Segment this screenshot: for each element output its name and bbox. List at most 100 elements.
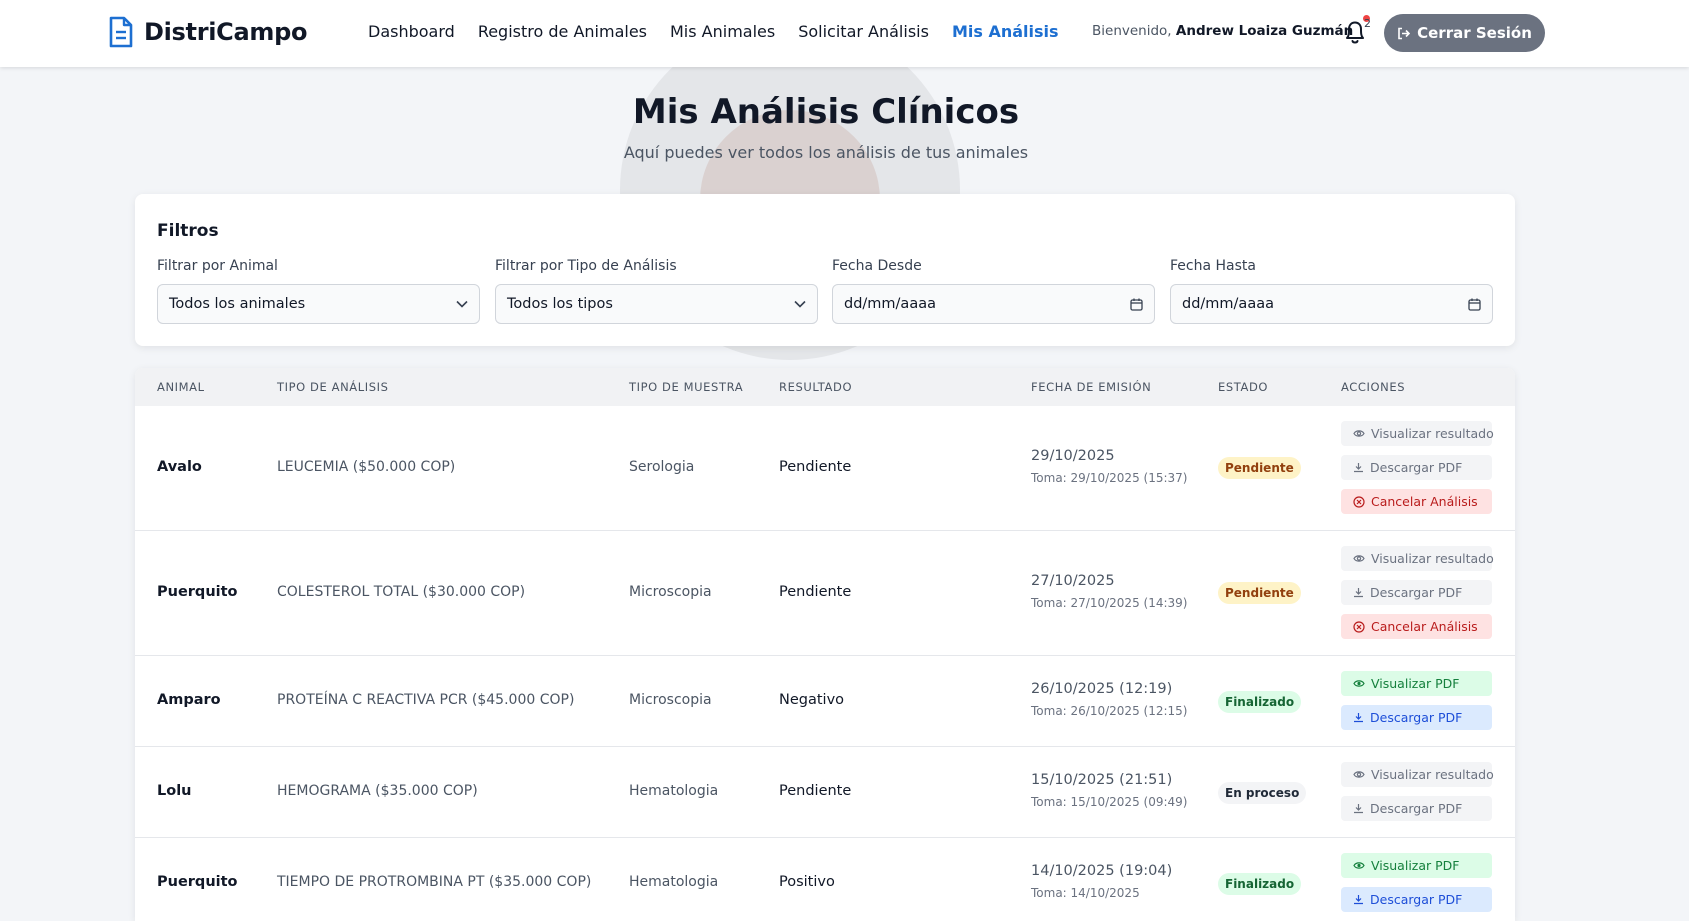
cell-resultado: Pendiente [779, 584, 852, 600]
calendar-icon[interactable] [1468, 298, 1481, 311]
welcome-text: Bienvenido, Andrew Loaiza Guzmán [1092, 23, 1353, 39]
logout-icon [1398, 27, 1411, 39]
view-result-button[interactable]: Visualizar resultado [1341, 546, 1494, 571]
fecha-desde-input[interactable]: dd/mm/aaaa [832, 284, 1155, 324]
chevron-down-icon [794, 300, 806, 308]
cell-tipo-muestra: Microscopia [629, 584, 712, 600]
cell-tipo-analisis: PROTEÍNA C REACTIVA PCR ($45.000 COP) [277, 692, 575, 708]
filter-animal-select[interactable]: Todos los animales [157, 284, 480, 324]
download-pdf-button[interactable]: Descargar PDF [1341, 796, 1492, 821]
cancel-circle-icon [1353, 495, 1365, 508]
filter-desde-label: Fecha Desde [832, 258, 922, 274]
download-icon [1354, 588, 1363, 598]
brand-logo[interactable]: DistriCampo [108, 16, 307, 48]
cell-tipo-analisis: LEUCEMIA ($50.000 COP) [277, 459, 456, 475]
cell-fecha-emision: 14/10/2025 (19:04) [1031, 863, 1173, 879]
cell-fecha-emision: 15/10/2025 (21:51) [1031, 772, 1173, 788]
status-badge: Pendiente [1218, 457, 1301, 479]
filter-tipo-select[interactable]: Todos los tipos [495, 284, 818, 324]
view-pdf-label: Visualizar PDF [1371, 676, 1460, 691]
filter-animal: Filtrar por Animal Todos los animales [157, 258, 480, 324]
cell-tipo-muestra: Serologia [629, 459, 695, 475]
filter-animal-value: Todos los animales [169, 296, 306, 312]
cell-fecha-emision: 26/10/2025 (12:19) [1031, 681, 1173, 697]
cancel-analysis-label: Cancelar Análisis [1371, 619, 1478, 634]
view-pdf-button[interactable]: Visualizar PDF [1341, 671, 1492, 696]
cell-fecha-toma: Toma: 15/10/2025 (09:49) [1031, 795, 1188, 809]
cell-resultado: Negativo [779, 692, 845, 708]
th-tipo-muestra: TIPO DE MUESTRA [629, 380, 744, 394]
status-badge: En proceso [1218, 782, 1307, 804]
user-name: Andrew Loaiza Guzmán [1175, 23, 1354, 39]
view-pdf-label: Visualizar PDF [1371, 858, 1460, 873]
eye-icon [1353, 771, 1365, 778]
view-pdf-button[interactable]: Visualizar PDF [1341, 853, 1492, 878]
table-row: Amparo PROTEÍNA C REACTIVA PCR ($45.000 … [135, 656, 1515, 747]
th-acciones: ACCIONES [1341, 380, 1406, 394]
download-pdf-button[interactable]: Descargar PDF [1341, 580, 1492, 605]
download-icon [1354, 713, 1363, 723]
cell-fecha-emision: 27/10/2025 [1031, 573, 1115, 589]
cancel-analysis-button[interactable]: Cancelar Análisis [1341, 614, 1492, 639]
cell-fecha-toma: Toma: 29/10/2025 (15:37) [1031, 471, 1188, 485]
main-nav: Dashboard Registro de Animales Mis Anima… [368, 22, 1082, 41]
nav-mis-analisis[interactable]: Mis Análisis [952, 22, 1059, 41]
status-badge: Pendiente [1218, 582, 1301, 604]
brand-name: DistriCampo [144, 18, 308, 46]
cancel-circle-icon [1353, 620, 1365, 633]
filter-tipo-value: Todos los tipos [507, 296, 613, 312]
eye-icon [1353, 555, 1365, 562]
calendar-icon[interactable] [1130, 298, 1143, 311]
welcome-prefix: Bienvenido, [1092, 23, 1172, 39]
cell-animal: Amparo [157, 692, 221, 708]
cell-resultado: Pendiente [779, 783, 852, 799]
table-row: Puerquito COLESTEROL TOTAL ($30.000 COP)… [135, 531, 1515, 656]
cell-fecha-toma: Toma: 27/10/2025 (14:39) [1031, 596, 1188, 610]
eye-icon [1353, 862, 1365, 869]
filter-animal-label: Filtrar por Animal [157, 258, 278, 274]
filter-hasta-label: Fecha Hasta [1170, 258, 1256, 274]
table-row: Puerquito TIEMPO DE PROTROMBINA PT ($35.… [135, 838, 1515, 921]
cell-animal: Avalo [157, 459, 202, 475]
download-pdf-label: Descargar PDF [1370, 710, 1463, 725]
view-result-button[interactable]: Visualizar resultado [1341, 421, 1494, 446]
cell-fecha-toma: Toma: 26/10/2025 (12:15) [1031, 704, 1188, 718]
view-result-label: Visualizar resultado [1371, 551, 1494, 566]
cell-animal: Lolu [157, 783, 192, 799]
cell-tipo-muestra: Hematologia [629, 783, 719, 799]
cell-tipo-muestra: Microscopia [629, 692, 712, 708]
cell-tipo-analisis: COLESTEROL TOTAL ($30.000 COP) [277, 584, 526, 600]
page-title: Mis Análisis Clínicos [632, 92, 1020, 132]
download-pdf-button[interactable]: Descargar PDF [1341, 887, 1492, 912]
cell-animal: Puerquito [157, 874, 238, 890]
cell-animal: Puerquito [157, 584, 238, 600]
fecha-desde-placeholder: dd/mm/aaaa [844, 296, 936, 312]
logout-label: Cerrar Sesión [1417, 24, 1532, 42]
logout-button[interactable]: Cerrar Sesión [1384, 14, 1545, 52]
th-tipo-analisis: TIPO DE ANÁLISIS [277, 380, 389, 394]
status-badge: Finalizado [1218, 873, 1302, 895]
nav-solicitar-analisis[interactable]: Solicitar Análisis [798, 22, 929, 41]
view-result-button[interactable]: Visualizar resultado [1341, 762, 1494, 787]
table-row: Lolu HEMOGRAMA ($35.000 COP) Hematologia… [135, 747, 1515, 838]
download-icon [1354, 895, 1363, 905]
nav-registro-animales[interactable]: Registro de Animales [478, 22, 647, 41]
th-fecha-emision: FECHA DE EMISIÓN [1031, 380, 1152, 394]
cell-tipo-muestra: Hematologia [629, 874, 719, 890]
nav-dashboard[interactable]: Dashboard [368, 22, 455, 41]
analisis-table: ANIMAL TIPO DE ANÁLISIS TIPO DE MUESTRA … [135, 368, 1515, 921]
filter-fecha-hasta: Fecha Hasta dd/mm/aaaa [1170, 258, 1493, 324]
fecha-hasta-input[interactable]: dd/mm/aaaa [1170, 284, 1493, 324]
table-row: Avalo LEUCEMIA ($50.000 COP) Serologia P… [135, 406, 1515, 531]
download-pdf-button[interactable]: Descargar PDF [1341, 705, 1492, 730]
nav-mis-animales[interactable]: Mis Animales [670, 22, 775, 41]
notification-count: 2 [1364, 17, 1371, 30]
cell-resultado: Pendiente [779, 459, 852, 475]
table-header: ANIMAL TIPO DE ANÁLISIS TIPO DE MUESTRA … [135, 368, 1515, 406]
th-resultado: RESULTADO [779, 380, 853, 394]
fecha-hasta-placeholder: dd/mm/aaaa [1182, 296, 1274, 312]
download-pdf-button[interactable]: Descargar PDF [1341, 455, 1492, 480]
cell-fecha-emision: 29/10/2025 [1031, 448, 1115, 464]
cancel-analysis-button[interactable]: Cancelar Análisis [1341, 489, 1492, 514]
filter-fecha-desde: Fecha Desde dd/mm/aaaa [832, 258, 1155, 324]
